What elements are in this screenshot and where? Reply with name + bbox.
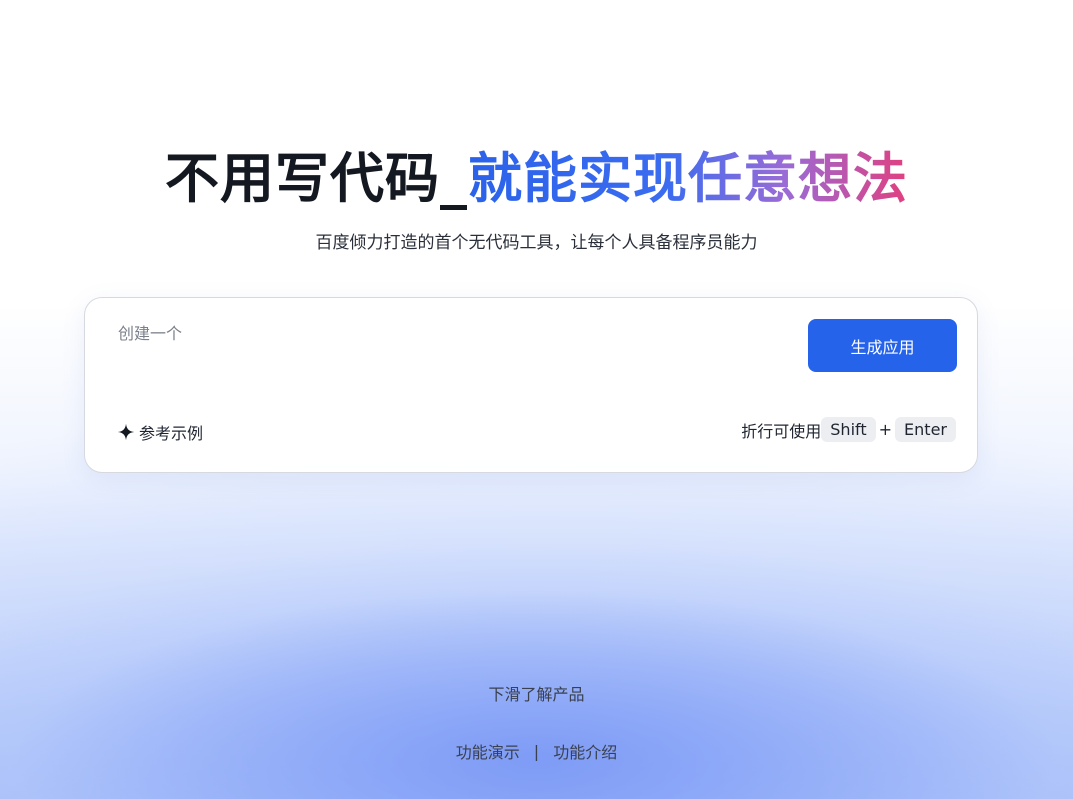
- hero-title-gradient: 就能实现任意想法: [468, 147, 908, 210]
- generate-app-button[interactable]: 生成应用: [808, 319, 957, 372]
- examples-label: 参考示例: [139, 424, 204, 443]
- enter-key-badge: Enter: [895, 417, 956, 442]
- shift-key-badge: Shift: [821, 417, 876, 442]
- prompt-input[interactable]: [118, 320, 778, 380]
- footer-separator: |: [533, 741, 540, 761]
- scroll-hint-link[interactable]: 下滑了解产品: [0, 681, 1073, 705]
- examples-link[interactable]: 参考示例: [117, 420, 203, 444]
- feature-demo-link[interactable]: 功能演示: [456, 739, 520, 763]
- feature-intro-link[interactable]: 功能介绍: [553, 739, 617, 763]
- sparkle-icon: [117, 423, 135, 441]
- newline-hint: 折行可使用 Shift + Enter: [741, 417, 956, 442]
- hint-plus: +: [878, 420, 893, 439]
- prompt-card: 生成应用 参考示例 折行可使用 Shift + Enter: [84, 297, 978, 473]
- hero-subtitle: 百度倾力打造的首个无代码工具，让每个人具备程序员能力: [315, 233, 758, 253]
- hint-text: 折行可使用: [741, 421, 822, 441]
- hero-title-plain: 不用写代码_: [165, 147, 468, 210]
- hero-title: 不用写代码_就能实现任意想法: [0, 143, 1073, 215]
- footer-links: 功能演示 | 功能介绍: [0, 739, 1073, 763]
